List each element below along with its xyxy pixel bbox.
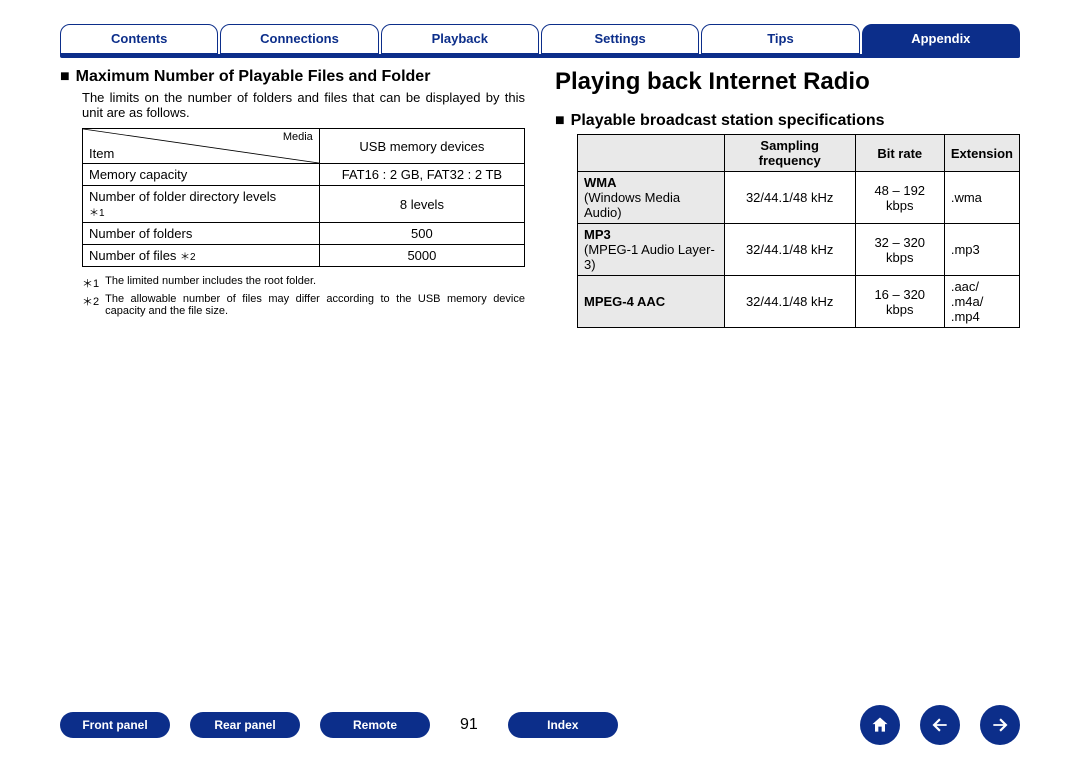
page-body: ■ Maximum Number of Playable Files and F… [0, 58, 1080, 328]
codec-sampling: 32/44.1/48 kHz [724, 224, 855, 276]
tab-connections[interactable]: Connections [220, 24, 378, 54]
left-section-title-text: Maximum Number of Playable Files and Fol… [76, 68, 431, 86]
square-bullet-icon: ■ [555, 112, 565, 130]
tab-tips[interactable]: Tips [701, 24, 859, 54]
tab-settings[interactable]: Settings [541, 24, 699, 54]
right-column: Playing back Internet Radio ■ Playable b… [555, 68, 1020, 328]
right-section-title-text: Playable broadcast station specification… [571, 112, 885, 130]
table-row: WMA (Windows Media Audio) 32/44.1/48 kHz… [578, 172, 1020, 224]
remote-button[interactable]: Remote [320, 712, 430, 738]
codec-ext: .wma [944, 172, 1019, 224]
table-row: MPEG-4 AAC 32/44.1/48 kHz 16 – 320 kbps … [578, 276, 1020, 328]
codec-ext: .aac/ .m4a/ .mp4 [944, 276, 1019, 328]
codec-bitrate: 16 – 320 kbps [855, 276, 944, 328]
item-label: Item [89, 146, 114, 161]
header-bitrate: Bit rate [855, 135, 944, 172]
codec-ext: .mp3 [944, 224, 1019, 276]
footnote-text: The allowable number of files may differ… [105, 293, 525, 317]
footnote-marker: ＊2 [82, 293, 99, 317]
left-spec-table: Media Item USB memory devices Memory cap… [82, 128, 525, 267]
codec-sampling: 32/44.1/48 kHz [724, 276, 855, 328]
row-label: Number of files ＊2 [83, 245, 320, 267]
arrow-right-icon [990, 715, 1010, 735]
page-number: 91 [450, 716, 488, 734]
row-value: FAT16 : 2 GB, FAT32 : 2 TB [319, 164, 524, 186]
codec-bitrate: 48 – 192 kbps [855, 172, 944, 224]
home-button[interactable] [860, 705, 900, 745]
row-label: Number of folder directory levels ＊1 [83, 186, 320, 223]
home-icon [870, 715, 890, 735]
right-section-title: ■ Playable broadcast station specificati… [555, 112, 1020, 130]
footnote-marker: ＊1 [82, 275, 99, 291]
front-panel-button[interactable]: Front panel [60, 712, 170, 738]
left-description: The limits on the number of folders and … [82, 90, 525, 120]
row-value: 8 levels [319, 186, 524, 223]
footnotes: ＊1 The limited number includes the root … [60, 275, 525, 317]
bottom-bar: Front panel Rear panel Remote 91 Index [0, 705, 1080, 745]
tab-contents[interactable]: Contents [60, 24, 218, 54]
footnote-text: The limited number includes the root fol… [105, 275, 316, 291]
table-row: Number of folder directory levels ＊1 8 l… [83, 186, 525, 223]
codec-name: MP3 (MPEG-1 Audio Layer-3) [578, 224, 725, 276]
top-tabs: Contents Connections Playback Settings T… [0, 0, 1080, 54]
page-title: Playing back Internet Radio [555, 68, 1020, 96]
left-section-title: ■ Maximum Number of Playable Files and F… [60, 68, 525, 86]
row-value: 500 [319, 223, 524, 245]
header-extension: Extension [944, 135, 1019, 172]
codec-name: MPEG-4 AAC [578, 276, 725, 328]
table-row: Memory capacity FAT16 : 2 GB, FAT32 : 2 … [83, 164, 525, 186]
table-header-row: Sampling frequency Bit rate Extension [578, 135, 1020, 172]
col-header: USB memory devices [319, 129, 524, 164]
footnote: ＊1 The limited number includes the root … [82, 275, 525, 291]
table-row: Number of files ＊2 5000 [83, 245, 525, 267]
empty-header [578, 135, 725, 172]
codec-sampling: 32/44.1/48 kHz [724, 172, 855, 224]
footnote: ＊2 The allowable number of files may dif… [82, 293, 525, 317]
codec-name: WMA (Windows Media Audio) [578, 172, 725, 224]
row-label: Number of folders [83, 223, 320, 245]
right-spec-table: Sampling frequency Bit rate Extension WM… [577, 134, 1020, 328]
media-label: Media [283, 131, 313, 143]
row-label: Memory capacity [83, 164, 320, 186]
codec-bitrate: 32 – 320 kbps [855, 224, 944, 276]
rear-panel-button[interactable]: Rear panel [190, 712, 300, 738]
tab-playback[interactable]: Playback [381, 24, 539, 54]
tab-appendix[interactable]: Appendix [862, 24, 1020, 54]
prev-button[interactable] [920, 705, 960, 745]
table-row: Number of folders 500 [83, 223, 525, 245]
row-value: 5000 [319, 245, 524, 267]
table-diagonal-cell: Media Item [83, 129, 320, 164]
left-column: ■ Maximum Number of Playable Files and F… [60, 68, 525, 328]
arrow-left-icon [930, 715, 950, 735]
next-button[interactable] [980, 705, 1020, 745]
square-bullet-icon: ■ [60, 68, 70, 86]
index-button[interactable]: Index [508, 712, 618, 738]
header-sampling: Sampling frequency [724, 135, 855, 172]
table-row: MP3 (MPEG-1 Audio Layer-3) 32/44.1/48 kH… [578, 224, 1020, 276]
